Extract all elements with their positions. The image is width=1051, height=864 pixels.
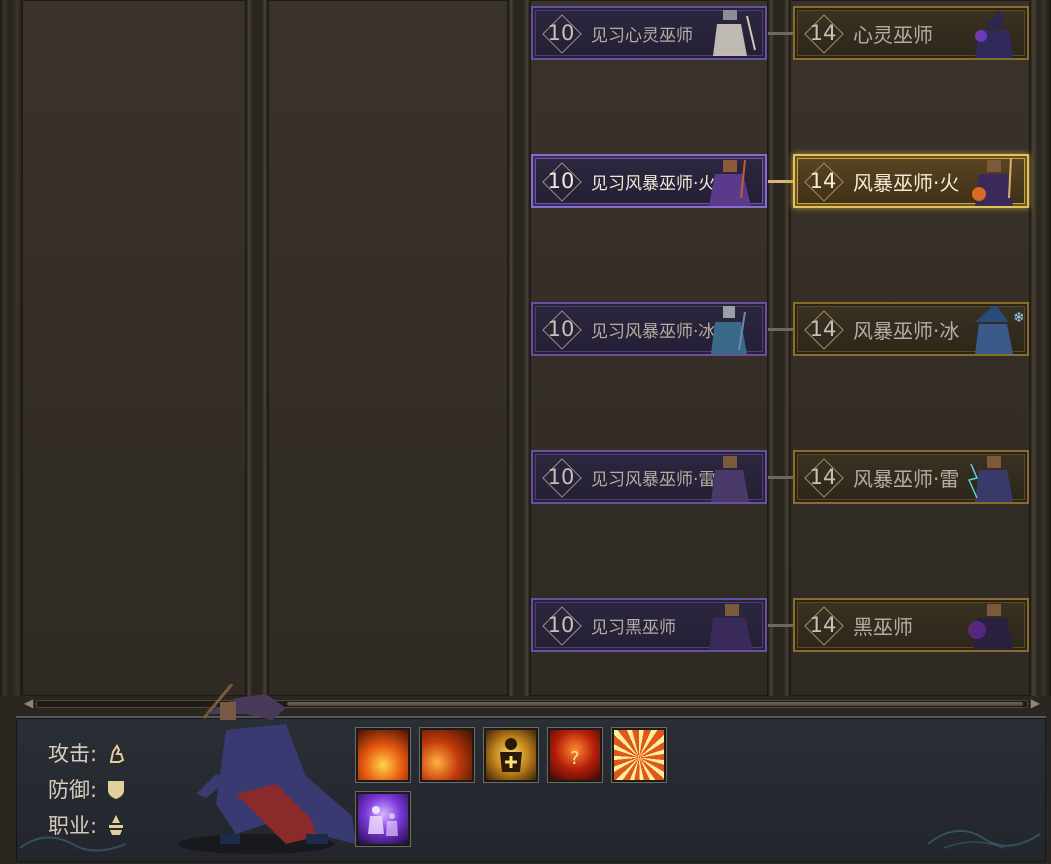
thunder-apprentice-figure — [711, 456, 749, 502]
fire-apprentice-figure — [709, 159, 751, 206]
fire-wizard-figure — [972, 158, 1013, 206]
class-name: 风暴巫师·火 — [853, 170, 960, 195]
magic-hand-icon — [109, 744, 125, 763]
class-name: 心灵巫师 — [853, 22, 933, 47]
class-card-mind-apprentice[interactable]: 10 见习心灵巫师 — [531, 6, 767, 60]
tree-connector — [768, 32, 794, 35]
column-divider — [246, 0, 268, 696]
class-card-dark-wizard[interactable]: 14 黑巫师 — [793, 598, 1029, 652]
svg-text:?: ? — [570, 748, 580, 769]
level-diamond: 14 — [801, 603, 845, 647]
class-card-fire-apprentice[interactable]: 10 见习风暴巫师·火 — [531, 154, 767, 208]
class-card-thunder-wizard[interactable]: 14 风暴巫师·雷 — [793, 450, 1029, 504]
class-card-dark-apprentice[interactable]: 10 见习黑巫师 — [531, 598, 767, 652]
horizontal-scrollbar[interactable]: ◀ ▶ — [22, 696, 1042, 710]
attack-label: 攻击: — [48, 742, 98, 766]
tree-column-2 — [268, 0, 508, 696]
level-number: 14 — [809, 169, 837, 193]
ice-apprentice-figure — [711, 306, 747, 354]
class-card-ice-apprentice[interactable]: 10 见习风暴巫师·冰 — [531, 302, 767, 356]
scroll-thumb[interactable] — [287, 702, 1023, 706]
level-diamond: 14 — [801, 455, 845, 499]
dark-wizard-figure — [968, 604, 1013, 650]
decorative-swirl-icon — [19, 836, 127, 852]
defense-stat: 防御: — [48, 774, 127, 804]
scroll-right-arrow-icon[interactable]: ▶ — [1031, 697, 1040, 709]
column-divider — [508, 0, 530, 696]
class-name: 见习风暴巫师·雷 — [591, 469, 716, 490]
heal-buff-skill-icon[interactable] — [484, 728, 538, 782]
class-card-mind-wizard[interactable]: 14 心灵巫师 — [793, 6, 1029, 60]
scroll-left-arrow-icon[interactable]: ◀ — [24, 697, 33, 709]
level-diamond: 10 — [539, 307, 583, 351]
left-frame-edge — [0, 0, 22, 696]
fire-rune-skill-icon[interactable]: ? — [548, 728, 602, 782]
level-number: 10 — [547, 317, 575, 341]
tree-connector — [768, 624, 794, 627]
level-diamond: 10 — [539, 11, 583, 55]
tree-connector — [768, 476, 794, 479]
defense-label: 防御: — [48, 778, 98, 802]
class-name: 风暴巫师·冰 — [853, 318, 960, 343]
right-frame-edge — [1030, 0, 1051, 696]
column-divider — [768, 0, 790, 696]
level-number: 10 — [547, 169, 575, 193]
class-name: 见习风暴巫师·火 — [591, 173, 716, 194]
level-number: 10 — [547, 465, 575, 489]
class-info-panel: 攻击: 防御: 职业: ? — [16, 684, 1046, 862]
level-diamond: 10 — [539, 603, 583, 647]
tree-connector — [768, 180, 794, 183]
level-diamond: 14 — [801, 307, 845, 351]
level-diamond: 14 — [801, 159, 845, 203]
svg-text:❄: ❄ — [1013, 310, 1023, 326]
level-number: 14 — [809, 465, 837, 489]
thunder-wizard-figure — [967, 456, 1013, 502]
tree-column-1 — [22, 0, 246, 696]
class-name: 见习风暴巫师·冰 — [591, 321, 716, 342]
fire-pillar-skill-icon[interactable] — [356, 728, 410, 782]
class-card-thunder-apprentice[interactable]: 10 见习风暴巫师·雷 — [531, 450, 767, 504]
mind-wizard-figure — [975, 10, 1013, 58]
class-name: 风暴巫师·雷 — [853, 466, 960, 491]
ice-wizard-figure: ❄ — [975, 306, 1023, 354]
fire-wheel-skill-icon[interactable] — [612, 728, 666, 782]
class-card-fire-wizard[interactable]: 14 风暴巫师·火 — [793, 154, 1029, 208]
tree-connector — [768, 328, 794, 331]
level-diamond: 14 — [801, 11, 845, 55]
decorative-swirl-icon — [927, 829, 1041, 849]
class-name: 见习黑巫师 — [591, 617, 676, 638]
meteor-skill-icon[interactable] — [420, 728, 474, 782]
class-name: 见习心灵巫师 — [591, 25, 693, 46]
dark-apprentice-figure — [709, 604, 753, 650]
shield-icon — [108, 781, 125, 799]
mind-apprentice-figure — [713, 10, 756, 56]
level-number: 10 — [547, 613, 575, 637]
level-number: 10 — [547, 21, 575, 45]
level-diamond: 10 — [539, 455, 583, 499]
level-number: 14 — [809, 317, 837, 341]
attack-stat: 攻击: — [48, 738, 127, 768]
class-name: 黑巫师 — [853, 614, 913, 639]
level-number: 14 — [809, 21, 837, 45]
class-card-ice-wizard[interactable]: 14 风暴巫师·冰 ❄ — [793, 302, 1029, 356]
level-number: 14 — [809, 613, 837, 637]
character-portrait — [178, 684, 356, 854]
shadow-clone-skill-icon[interactable] — [356, 792, 410, 846]
level-diamond: 10 — [539, 159, 583, 203]
